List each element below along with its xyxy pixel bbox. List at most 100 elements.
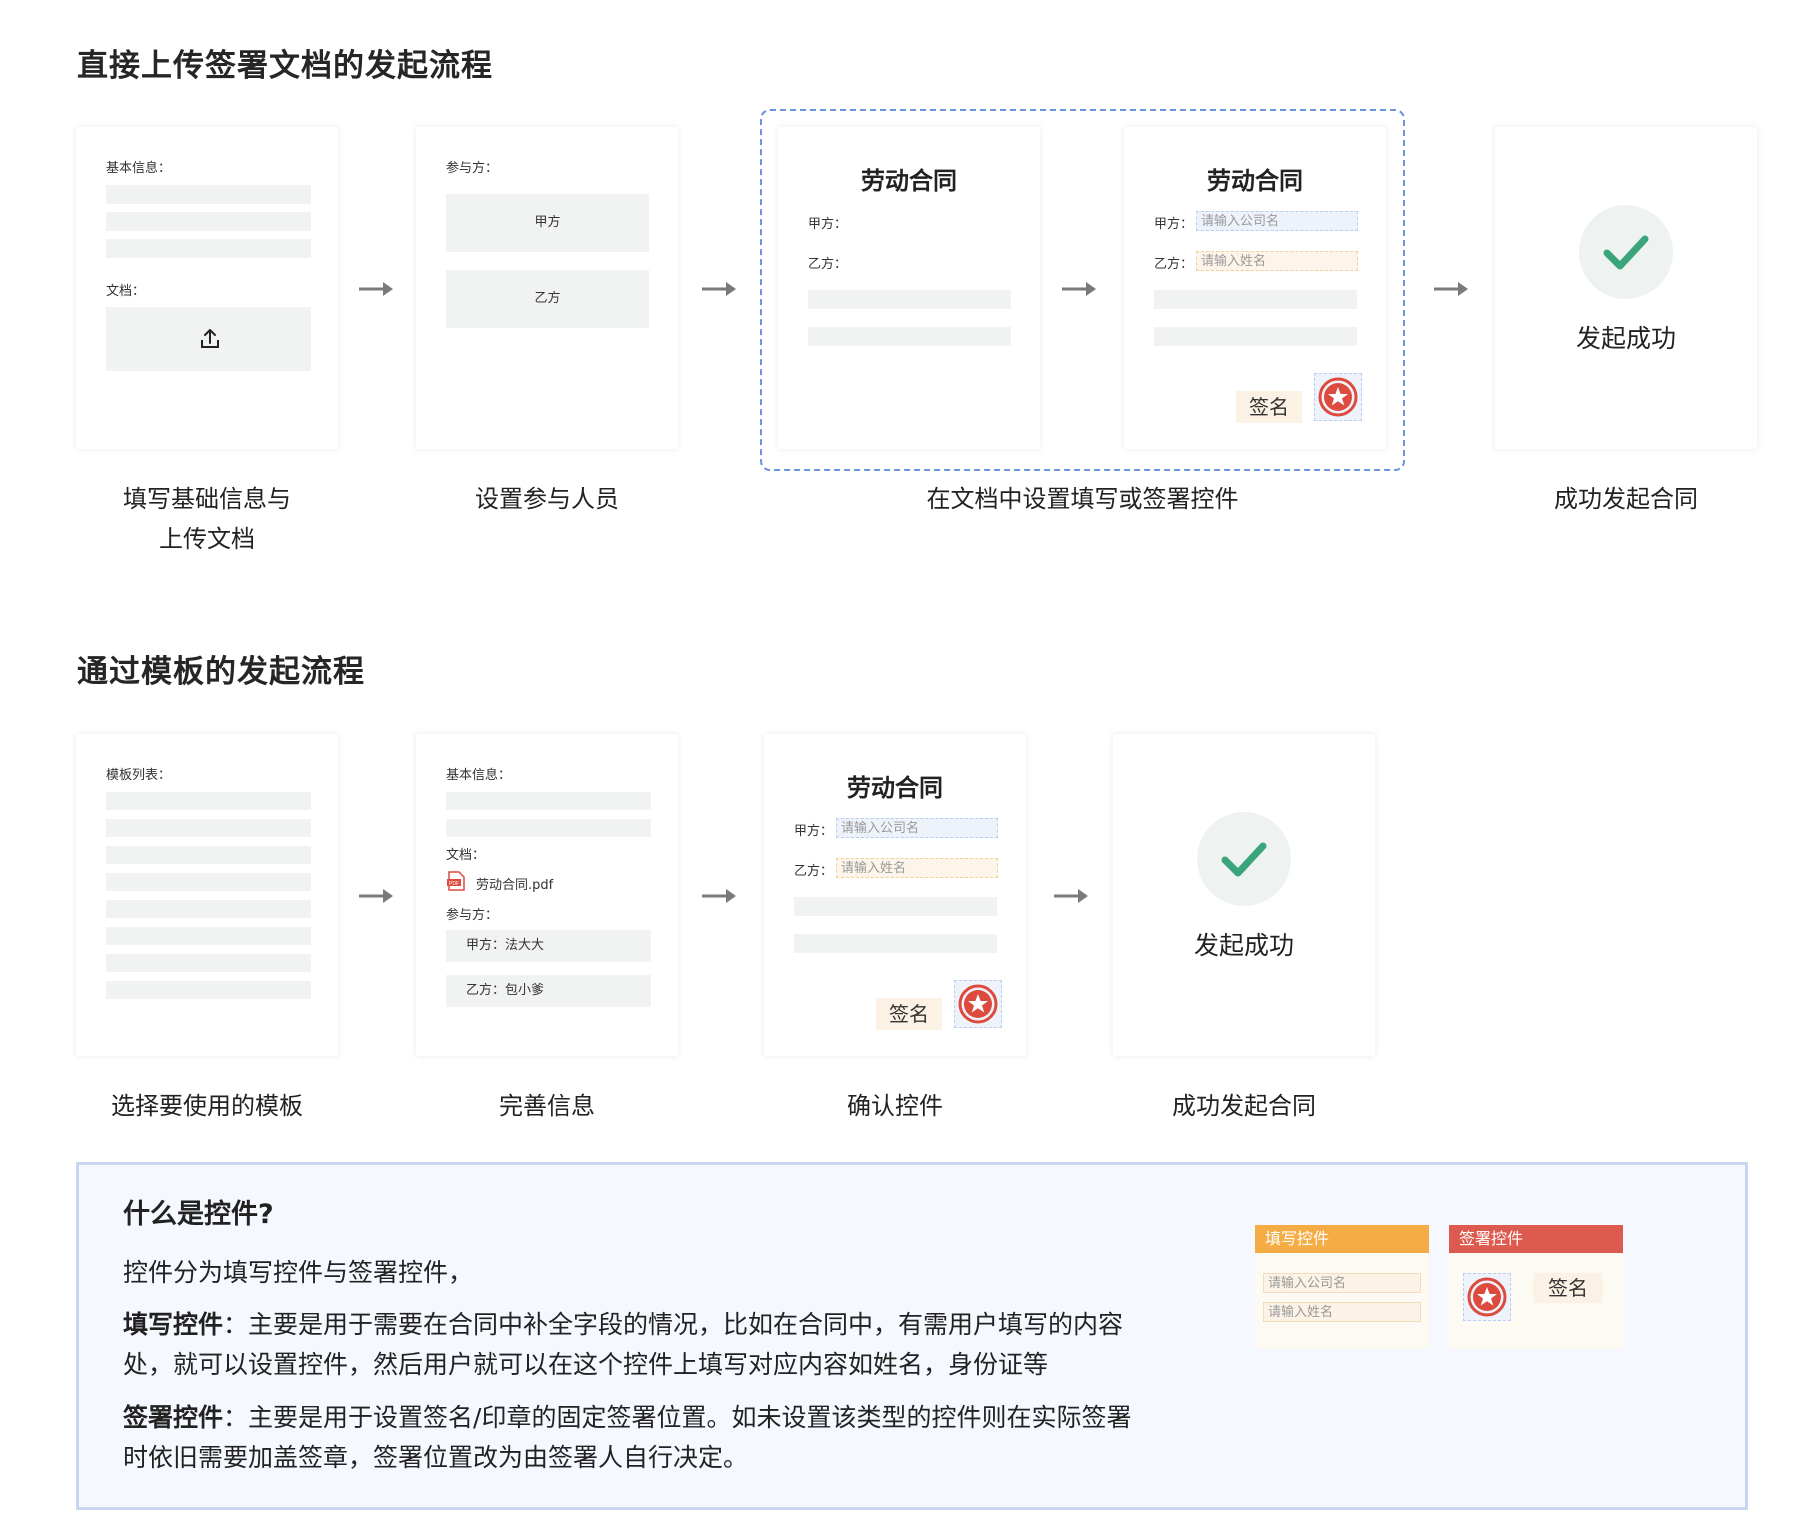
fill-widget-sample: 填写控件 请输入公司名 请输入姓名 [1255,1225,1429,1349]
seal-stamp-icon [1467,1277,1507,1317]
party-b-label: 乙方： [1154,257,1194,272]
sign-control-description: 签署控件：主要是用于设置签名/印章的固定签署位置。如未设置该类型的控件则在实际签… [123,1398,1163,1478]
template-list-item[interactable] [106,927,311,945]
success-card: 发起成功 [1113,734,1375,1056]
placeholder-bar [106,185,311,204]
seal-control[interactable] [954,980,1002,1028]
company-fill-control[interactable]: 请输入公司名 [1196,211,1358,231]
s2-step4-caption: 成功发起合同 [1172,1092,1316,1120]
name-fill-control[interactable]: 请输入姓名 [1196,251,1358,271]
checkmark-icon [1221,842,1267,877]
template-list-item[interactable] [106,873,311,891]
step4-caption: 成功发起合同 [1554,485,1698,513]
complete-info-card: 基本信息： 文档： PDF 劳动合同.pdf 参与方： 甲方：法大大 乙方：包小… [416,734,678,1056]
doc-title: 劳动合同 [847,774,943,802]
info-intro: 控件分为填写控件与签署控件， [123,1258,474,1287]
template-list-item[interactable] [106,900,311,918]
placeholder-bar [794,897,997,916]
seal-control[interactable] [1314,373,1362,421]
party-a-slot: 甲方 [446,194,649,252]
template-list-label: 模板列表： [106,768,172,783]
doc-label: 文档： [106,284,146,299]
success-text: 发起成功 [1575,324,1676,353]
seal-control[interactable] [1463,1273,1511,1321]
doc-title: 劳动合同 [1207,167,1303,195]
arrow-right-icon [1434,282,1468,296]
template-list-card: 模板列表： [76,734,338,1056]
fill-control-text-line2: 处，就可以设置控件，然后用户就可以在这个控件上填写对应内容如姓名，身份证等 [123,1350,1049,1379]
basic-info-label: 基本信息： [446,768,512,783]
step4-card: 发起成功 [1495,127,1757,449]
success-badge [1197,812,1291,906]
party-a-label: 甲方： [1154,217,1194,232]
participants-label: 参与方： [446,908,499,923]
placeholder-bar [1154,290,1357,309]
step2-card: 参与方： 甲方 乙方 [416,127,678,449]
arrow-right-icon [702,889,736,903]
template-list-item[interactable] [106,792,311,810]
file-name[interactable]: 劳动合同.pdf [476,874,553,893]
step1-caption-line1: 填写基础信息与 [123,485,291,513]
name-fill-control[interactable]: 请输入姓名 [1263,1302,1421,1322]
placeholder-bar [808,327,1011,346]
template-list-item[interactable] [106,819,311,837]
signature-control[interactable]: 签名 [1236,391,1302,423]
party-b-label: 乙方： [794,864,834,879]
template-list-item[interactable] [106,954,311,972]
step1-card: 基本信息： 文档： [76,127,338,449]
party-a-label: 甲方： [794,824,834,839]
step3b-card: 劳动合同 甲方： 请输入公司名 乙方： 请输入姓名 签名 [1124,127,1386,449]
info-title: 什么是控件? [123,1199,274,1230]
fill-control-text-line1: ：主要是用于需要在合同中补全字段的情况，比如在合同中，有需用户填写的内容 [223,1310,1124,1339]
fill-control-description: 填写控件：主要是用于需要在合同中补全字段的情况，比如在合同中，有需用户填写的内容… [123,1305,1163,1385]
placeholder-bar [808,290,1011,309]
upload-area[interactable] [106,307,311,371]
placeholder-bar [794,934,997,953]
placeholder-bar [446,792,651,810]
step2-caption: 设置参与人员 [475,485,619,513]
s2-step3-caption: 确认控件 [847,1092,943,1120]
section2-title: 通过模板的发起流程 [77,654,365,690]
step3-caption: 在文档中设置填写或签署控件 [926,485,1239,513]
signature-control[interactable]: 签名 [876,998,942,1030]
fill-control-term: 填写控件 [123,1310,224,1339]
arrow-right-icon [702,282,736,296]
sign-control-text-line1: ：主要是用于设置签名/印章的固定签署位置。如未设置该类型的控件则在实际签署 [223,1403,1132,1432]
sign-widget-header: 签署控件 [1449,1225,1623,1253]
company-fill-control[interactable]: 请输入公司名 [1263,1273,1421,1293]
upload-icon [201,329,219,348]
party-a-label: 甲方： [808,217,848,232]
placeholder-bar [1154,327,1357,346]
signature-control[interactable]: 签名 [1533,1273,1603,1303]
placeholder-bar [106,239,311,258]
seal-stamp-icon [1318,377,1358,417]
arrow-right-icon [1062,282,1096,296]
seal-stamp-icon [958,984,998,1024]
party-b-slot: 乙方 [446,270,649,328]
party-b-slot: 乙方：包小爹 [446,975,651,1007]
confirm-controls-card: 劳动合同 甲方： 请输入公司名 乙方： 请输入姓名 签名 [764,734,1026,1056]
controls-info-box: 什么是控件? 控件分为填写控件与签署控件， 填写控件：主要是用于需要在合同中补全… [76,1162,1748,1510]
arrow-right-icon [359,282,393,296]
pdf-file-icon: PDF [447,871,465,891]
template-list-item[interactable] [106,846,311,864]
arrow-right-icon [359,889,393,903]
s2-step1-caption: 选择要使用的模板 [111,1092,303,1120]
sign-control-text-line2: 时依旧需要加盖签章，签署位置改为由签署人自行决定。 [123,1443,749,1472]
fill-widget-header: 填写控件 [1255,1225,1429,1253]
checkmark-icon [1603,235,1649,270]
placeholder-bar [106,212,311,231]
doc-label: 文档： [446,848,486,863]
party-b-label: 乙方： [808,257,848,272]
step3-card: 劳动合同 甲方： 乙方： [778,127,1040,449]
section1-title: 直接上传签署文档的发起流程 [77,48,493,84]
step1-caption-line2: 上传文档 [159,525,255,553]
doc-title: 劳动合同 [861,167,957,195]
success-badge [1579,205,1673,299]
sign-control-term: 签署控件 [123,1403,224,1432]
company-fill-control[interactable]: 请输入公司名 [836,818,998,838]
placeholder-bar [446,819,651,837]
name-fill-control[interactable]: 请输入姓名 [836,858,998,878]
template-list-item[interactable] [106,981,311,999]
svg-text:PDF: PDF [449,881,459,887]
